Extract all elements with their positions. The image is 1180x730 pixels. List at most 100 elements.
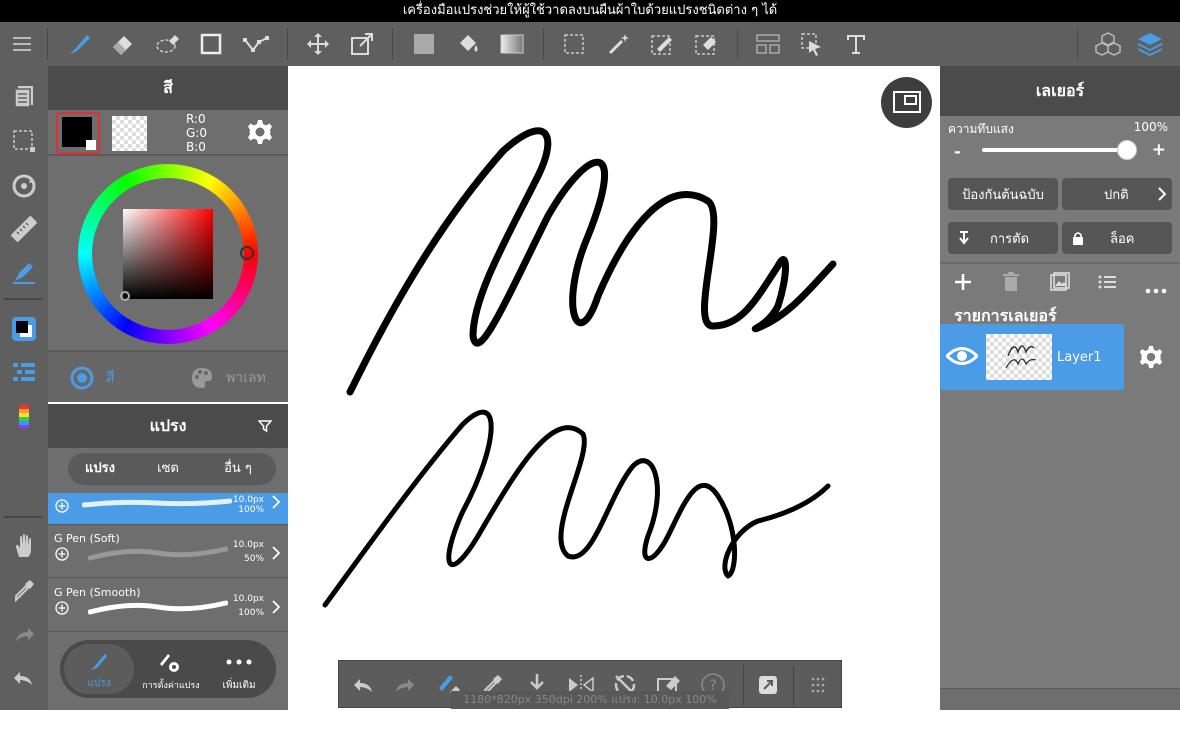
undo-icon xyxy=(14,672,32,685)
brush-tool-button[interactable] xyxy=(60,22,100,66)
brush-settings-button[interactable]: การตั้งค่าแปรง xyxy=(136,644,206,694)
materials-button[interactable] xyxy=(1088,22,1128,66)
layer-list-options-button[interactable] xyxy=(1098,274,1116,294)
list-item[interactable]: G Pen (Smooth) 10.0px 100% xyxy=(48,580,288,632)
add-layer-button[interactable] xyxy=(952,271,974,297)
eyedropper-quick-button[interactable] xyxy=(0,570,48,610)
ruler-button[interactable] xyxy=(0,209,48,249)
toolbar-grip-button[interactable] xyxy=(798,661,838,709)
fill-color-tool-button[interactable] xyxy=(404,22,444,66)
move-icon xyxy=(307,33,329,55)
lasso-eraser-button[interactable] xyxy=(148,22,188,66)
layer-panel-footer xyxy=(940,688,1180,710)
color-quick-button[interactable] xyxy=(0,309,48,349)
color-cursor[interactable] xyxy=(120,291,130,301)
brush-panel: แปรง แปรง เซต อื่น ๆ 10.0px 100% G Pen (S… xyxy=(48,404,288,710)
gear-icon xyxy=(1139,345,1163,369)
opacity-increase-button[interactable]: + xyxy=(1152,140,1166,160)
layers-icon xyxy=(1138,33,1162,56)
shape-tool-button[interactable] xyxy=(191,22,231,66)
pen-quick-button[interactable] xyxy=(0,252,48,292)
selection-menu-button[interactable] xyxy=(0,121,48,161)
tab-set[interactable]: เซต xyxy=(136,453,200,485)
tab-other[interactable]: อื่น ๆ xyxy=(206,453,270,485)
bucket-icon xyxy=(460,35,478,52)
table-row[interactable]: Layer1 xyxy=(940,324,1124,390)
opacity-slider[interactable] xyxy=(982,148,1130,152)
redo-button[interactable] xyxy=(385,661,425,709)
layer-list-quick-button[interactable] xyxy=(0,352,48,392)
layer-settings-button[interactable] xyxy=(1124,324,1180,390)
transform-icon xyxy=(351,33,373,55)
add-circle-icon xyxy=(55,499,69,513)
select-tool-button[interactable] xyxy=(554,22,594,66)
select-eraser-button[interactable] xyxy=(686,22,726,66)
opacity-slider-handle[interactable] xyxy=(1117,140,1137,160)
color-palette-quick-button[interactable] xyxy=(0,396,48,436)
color-wheel-icon xyxy=(70,366,94,390)
blend-mode-select[interactable]: ปกติ xyxy=(1062,178,1172,210)
text-tool-button[interactable] xyxy=(836,22,876,66)
trash-icon xyxy=(1003,272,1019,291)
select-pen-button[interactable] xyxy=(642,22,682,66)
saturation-value-square[interactable] xyxy=(123,209,213,299)
gradient-tool-button[interactable] xyxy=(492,22,532,66)
image-icon xyxy=(1050,272,1070,291)
brush-filter-button[interactable] xyxy=(257,418,273,437)
canvas-fullscreen-button[interactable] xyxy=(881,77,932,128)
tab-color[interactable]: สี xyxy=(70,366,115,390)
menu-button[interactable] xyxy=(0,22,44,66)
drawing-canvas[interactable] xyxy=(288,66,940,710)
hue-handle[interactable] xyxy=(240,246,254,260)
frame-divide-button[interactable] xyxy=(748,22,788,66)
layer-name: Layer1 xyxy=(1057,350,1102,365)
protect-alpha-button[interactable]: ป้องกันต้นฉบับ xyxy=(948,178,1058,210)
redo-icon xyxy=(396,679,414,692)
layer-more-button[interactable] xyxy=(1145,279,1167,298)
rgb-readout: R:0 G:0 B:0 xyxy=(186,112,207,154)
color-swatch-icon xyxy=(12,317,36,341)
main-color-swatch[interactable] xyxy=(56,112,100,154)
undo-icon xyxy=(354,679,372,692)
brush-mode-button[interactable]: แปรง xyxy=(64,644,134,694)
canvas-bottom-toolbar: ? 1180*820px 350dpi 200% แปรง: 10.0px 10… xyxy=(338,660,842,709)
list-item[interactable]: G Pen (Soft) 10.0px 50% xyxy=(48,526,288,578)
color-wheel-area[interactable] xyxy=(48,154,288,348)
hand-tool-button[interactable] xyxy=(0,526,48,566)
undo-button[interactable] xyxy=(343,661,383,709)
move-tool-button[interactable] xyxy=(298,22,338,66)
clipping-button[interactable]: การตัด xyxy=(948,222,1058,254)
lock-button[interactable]: ล็อค xyxy=(1062,222,1172,254)
clip-arrow-icon xyxy=(959,231,969,245)
redo-quick-button[interactable] xyxy=(0,614,48,654)
filter-icon xyxy=(257,420,273,433)
undo-quick-button[interactable] xyxy=(0,658,48,698)
transform-tool-button[interactable] xyxy=(342,22,382,66)
layers-button[interactable] xyxy=(1130,22,1170,66)
page-manager-button[interactable] xyxy=(0,76,48,116)
brush-more-button[interactable]: เพิ่มเติม xyxy=(206,644,272,694)
share-button[interactable] xyxy=(748,661,788,709)
chevron-right-icon xyxy=(272,600,280,614)
pen-icon xyxy=(13,263,35,284)
layer-thumbnail-button[interactable] xyxy=(1050,272,1070,296)
rainbow-swatch-icon xyxy=(19,405,29,428)
layer-visibility-toggle[interactable] xyxy=(940,324,984,390)
select-pen-icon xyxy=(651,35,672,55)
brush-panel-header: แปรง xyxy=(48,404,288,448)
eraser-tool-button[interactable] xyxy=(103,22,143,66)
magic-wand-button[interactable] xyxy=(599,22,639,66)
delete-layer-button[interactable] xyxy=(1002,272,1020,296)
color-settings-button[interactable] xyxy=(246,118,274,150)
list-item[interactable]: 10.0px 100% xyxy=(48,493,288,525)
bucket-tool-button[interactable] xyxy=(448,22,488,66)
opacity-decrease-button[interactable]: - xyxy=(954,142,961,161)
tab-palette[interactable]: พาเลท xyxy=(190,366,266,390)
tooltip-banner: เครื่องมือแปรงช่วยให้ผู้ใช้วาดลงบนผืนผ้า… xyxy=(0,0,1180,22)
polyline-tool-button[interactable] xyxy=(236,22,276,66)
rotate-canvas-button[interactable] xyxy=(0,166,48,206)
sub-color-swatch[interactable] xyxy=(112,116,147,151)
operation-tool-button[interactable] xyxy=(792,22,832,66)
tab-brush[interactable]: แปรง xyxy=(68,453,132,485)
frame-icon xyxy=(756,34,780,54)
